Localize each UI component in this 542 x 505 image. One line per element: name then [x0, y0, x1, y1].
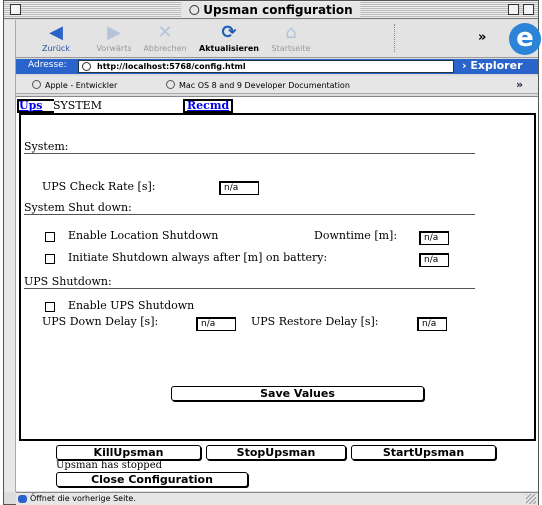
address-input[interactable]: http://localhost:5768/config.html: [78, 60, 454, 73]
refresh-label: Aktualisieren: [199, 44, 259, 53]
ups-shutdown-divider: [24, 288, 475, 289]
initiate-shutdown-label: Initiate Shutdown always after [m] on ba…: [68, 251, 328, 264]
back-label: Zurück: [42, 44, 70, 53]
collapse-box-icon[interactable]: [523, 4, 534, 15]
shutdown-section-title: System Shut down:: [24, 201, 132, 214]
home-icon: ⌂: [285, 22, 297, 43]
browser-toolbar: ◀ Zurück ▶ Vorwärts ✕ Abbrechen ⟳ Aktual…: [16, 20, 541, 58]
enable-location-checkbox[interactable]: [45, 232, 55, 242]
initiate-shutdown-field[interactable]: n/a: [419, 253, 449, 267]
forward-label: Vorwärts: [96, 44, 132, 53]
zoom-box-icon[interactable]: [508, 4, 519, 15]
status-bar: Öffnet die vorherige Seite.: [16, 492, 538, 505]
tab-system: SYSTEM: [53, 99, 102, 112]
ie-logo-icon: e: [509, 23, 541, 55]
address-label: Adresse:: [28, 60, 67, 70]
start-upsman-button[interactable]: StartUpsman: [351, 445, 496, 460]
explorer-button[interactable]: › Explorer: [462, 59, 523, 72]
toolbar-separator: [394, 24, 395, 52]
enable-location-label: Enable Location Shutdown: [68, 229, 219, 242]
down-delay-label: UPS Down Delay [s]:: [42, 315, 159, 328]
explorer-bar-edge: [4, 20, 16, 492]
initiate-shutdown-checkbox[interactable]: [45, 254, 55, 264]
system-divider: [24, 153, 475, 154]
downtime-field[interactable]: n/a: [419, 231, 449, 245]
home-label: Startseite: [271, 44, 311, 53]
home-button[interactable]: ⌂ Startseite: [266, 22, 316, 53]
downtime-label: Downtime [m]:: [314, 229, 398, 242]
close-configuration-button[interactable]: Close Configuration: [56, 472, 248, 487]
ups-shutdown-section-title: UPS Shutdown:: [24, 275, 112, 288]
browser-window: Upsman configuration ◀ Zurück ▶ Vorwärts…: [3, 0, 541, 505]
stop-x-icon: ✕: [157, 22, 173, 43]
window-title: Upsman configuration: [181, 2, 361, 18]
tab-recmd[interactable]: Recmd: [187, 99, 229, 112]
favorite-label: Mac OS 8 and 9 Developer Documentation: [179, 81, 350, 90]
status-info-icon: [18, 495, 27, 503]
stop-label: Abbrechen: [143, 44, 187, 53]
upsman-status-text: Upsman has stopped: [56, 460, 163, 471]
status-text: Öffnet die vorherige Seite.: [30, 494, 136, 503]
down-delay-field[interactable]: n/a: [196, 317, 236, 331]
favorite-label: Apple - Entwickler: [45, 81, 118, 90]
settings-panel: System: UPS Check Rate [s]: n/a System S…: [19, 113, 536, 441]
favorite-item-apple[interactable]: Apple - Entwickler: [32, 80, 117, 90]
address-bar: Adresse: http://localhost:5768/config.ht…: [16, 59, 538, 74]
explorer-label: Explorer: [470, 59, 523, 72]
check-rate-field[interactable]: n/a: [219, 181, 259, 195]
check-rate-label: UPS Check Rate [s]:: [42, 180, 156, 193]
forward-button[interactable]: ▶ Vorwärts: [92, 22, 136, 53]
back-button[interactable]: ◀ Zurück: [36, 22, 76, 53]
title-bar[interactable]: Upsman configuration: [4, 1, 538, 19]
favorites-bar: Apple - Entwickler Mac OS 8 and 9 Develo…: [16, 76, 538, 94]
resize-grip-icon[interactable]: [526, 494, 536, 504]
tab-ups[interactable]: Ups: [19, 99, 42, 112]
toolbar-more-button[interactable]: »: [478, 30, 486, 45]
system-section-title: System:: [24, 140, 69, 153]
page-content: Ups SYSTEM Recmd System: UPS Check Rate …: [16, 96, 538, 491]
restore-delay-label: UPS Restore Delay [s]:: [251, 315, 379, 328]
stop-button[interactable]: ✕ Abbrechen: [140, 22, 190, 53]
favorite-icon: [166, 80, 175, 89]
restore-delay-field[interactable]: n/a: [417, 317, 447, 331]
enable-ups-shutdown-label: Enable UPS Shutdown: [68, 299, 195, 312]
forward-arrow-icon: ▶: [107, 22, 121, 43]
page-icon: [189, 5, 200, 15]
refresh-icon: ⟳: [221, 22, 237, 43]
favorite-item-macos-docs[interactable]: Mac OS 8 and 9 Developer Documentation: [166, 80, 350, 90]
favorites-more-button[interactable]: »: [516, 78, 523, 91]
save-values-button[interactable]: Save Values: [171, 386, 424, 401]
kill-upsman-button[interactable]: KillUpsman: [56, 445, 201, 460]
address-url: http://localhost:5768/config.html: [97, 62, 246, 71]
refresh-button[interactable]: ⟳ Aktualisieren: [196, 22, 262, 53]
back-arrow-icon: ◀: [49, 22, 63, 43]
page-icon: [82, 62, 91, 71]
stop-upsman-button[interactable]: StopUpsman: [206, 445, 346, 460]
close-box-icon[interactable]: [10, 4, 21, 15]
shutdown-divider: [24, 214, 475, 215]
favorite-icon: [32, 80, 41, 89]
enable-ups-shutdown-checkbox[interactable]: [45, 302, 55, 312]
